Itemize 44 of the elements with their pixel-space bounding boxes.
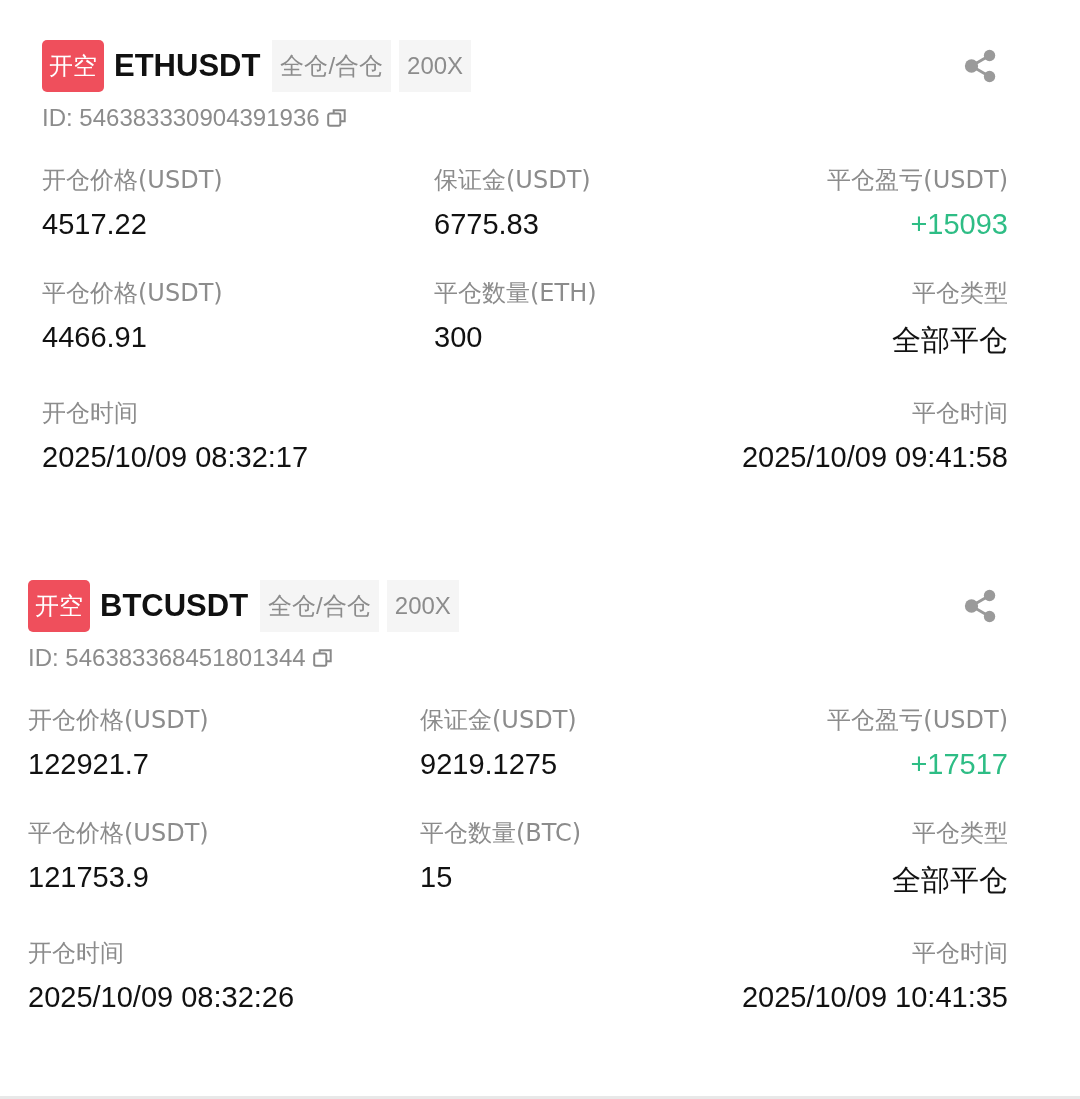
field-value: 122921.7 — [28, 748, 150, 781]
field-value: 121753.9 — [28, 861, 150, 894]
field-value: 全部平仓 — [892, 863, 1008, 898]
field-value: +17517 — [910, 748, 1008, 781]
field-label: 平仓类型 — [912, 278, 1008, 309]
tag: 全仓/合仓 — [272, 40, 392, 92]
field-label: 开仓时间 — [28, 938, 125, 969]
field-value: 9219.1275 — [420, 748, 559, 781]
field-value: 4466.91 — [42, 321, 148, 354]
field-value: 6775.83 — [434, 208, 540, 241]
field-value: 2025/10/09 08:32:26 — [28, 981, 296, 1014]
tag: 200X — [399, 40, 472, 92]
copy-icon[interactable] — [311, 647, 334, 669]
field-label: 平仓盈亏(USDT) — [827, 165, 1008, 196]
order-side-tag: 开空 — [42, 40, 104, 92]
field-value: 2025/10/09 09:41:58 — [741, 441, 1008, 474]
field-label: 开仓价格(USDT) — [28, 705, 210, 736]
tag: 全仓/合仓 — [260, 580, 379, 632]
field-label: 平仓价格(USDT) — [28, 818, 210, 849]
field-label: 平仓类型 — [912, 818, 1008, 849]
symbol-title: BTCUSDT — [100, 588, 249, 624]
field-value: 全部平仓 — [892, 323, 1008, 358]
field-label: 平仓数量(BTC) — [420, 818, 583, 849]
field-value: 2025/10/09 08:32:17 — [42, 441, 310, 474]
field-label: 平仓时间 — [912, 938, 1008, 969]
field-value: 4517.22 — [42, 208, 148, 241]
order-id: ID: 546383368451801344 — [28, 644, 306, 672]
field-label: 平仓时间 — [912, 398, 1008, 429]
field-value: 2025/10/09 10:41:35 — [741, 981, 1008, 1014]
copy-icon[interactable] — [325, 107, 348, 129]
symbol-title: ETHUSDT — [114, 48, 261, 84]
field-label: 保证金(USDT) — [434, 165, 592, 196]
field-label: 平仓盈亏(USDT) — [827, 705, 1008, 736]
order-id: ID: 546383330904391936 — [42, 104, 320, 132]
order-side-tag: 开空 — [28, 580, 90, 632]
field-label: 开仓价格(USDT) — [42, 165, 224, 196]
field-value: 15 — [420, 861, 454, 894]
field-label: 平仓价格(USDT) — [42, 278, 224, 309]
field-value: +15093 — [910, 208, 1008, 241]
field-label: 开仓时间 — [42, 398, 139, 429]
field-label: 保证金(USDT) — [420, 705, 578, 736]
field-label: 平仓数量(ETH) — [434, 278, 598, 309]
field-value: 300 — [434, 321, 484, 354]
tag: 200X — [386, 580, 459, 632]
